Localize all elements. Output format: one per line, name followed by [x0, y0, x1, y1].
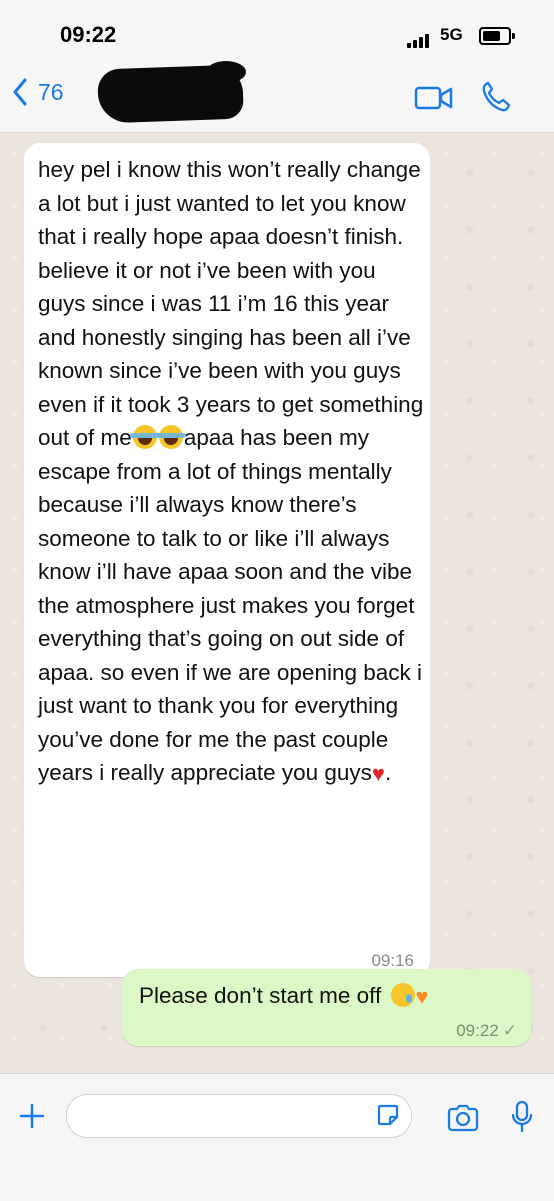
orange-heart-icon: ♥: [415, 984, 429, 1009]
message-text-part-2: apaa has been my escape from a lot of th…: [38, 425, 423, 785]
outgoing-message[interactable]: Please don’t start me off ♥ 09:22 ✓: [122, 969, 531, 1046]
message-time: 09:22: [456, 1021, 499, 1040]
message-input-field[interactable]: [66, 1094, 412, 1138]
chat-area[interactable]: hey pel i know this won’t really change …: [0, 133, 554, 1073]
sent-check-icon: ✓: [502, 1021, 517, 1040]
video-call-icon[interactable]: [414, 86, 454, 110]
chevron-left-icon: [13, 78, 27, 106]
sticker-icon[interactable]: [376, 1103, 400, 1127]
unread-count: 76: [38, 78, 64, 105]
incoming-message[interactable]: hey pel i know this won’t really change …: [24, 143, 430, 977]
status-time: 09:22: [60, 22, 117, 47]
message-input[interactable]: [81, 1103, 365, 1129]
battery-icon: [479, 27, 515, 45]
status-bar: 09:22 5G: [0, 0, 554, 62]
tears-of-joy-icon: [155, 425, 186, 449]
red-heart-icon: ♥: [371, 761, 385, 786]
tears-of-joy-icon: [129, 425, 160, 449]
message-text: hey pel i know this won’t really change …: [38, 153, 424, 791]
microphone-icon[interactable]: [511, 1100, 533, 1134]
message-text-part-3: .: [384, 760, 392, 785]
message-time: 09:16: [371, 951, 414, 970]
composer-bar: [0, 1073, 554, 1201]
redacted-contact-blob: [206, 61, 246, 83]
outgoing-text: Please don’t start me off: [139, 983, 382, 1008]
back-button[interactable]: 76: [12, 78, 64, 106]
message-status: 09:22 ✓: [456, 1021, 517, 1041]
chat-header: 76: [0, 61, 554, 133]
smiling-face-with-tear-icon: [391, 983, 416, 1007]
network-label: 5G: [440, 25, 463, 44]
signal-icon: [407, 30, 431, 48]
camera-icon[interactable]: [446, 1104, 480, 1132]
plus-icon[interactable]: [18, 1102, 46, 1130]
phone-icon[interactable]: [481, 80, 511, 112]
message-text-part-1: hey pel i know this won’t really change …: [38, 157, 424, 450]
message-text: Please don’t start me off ♥: [139, 983, 429, 1010]
